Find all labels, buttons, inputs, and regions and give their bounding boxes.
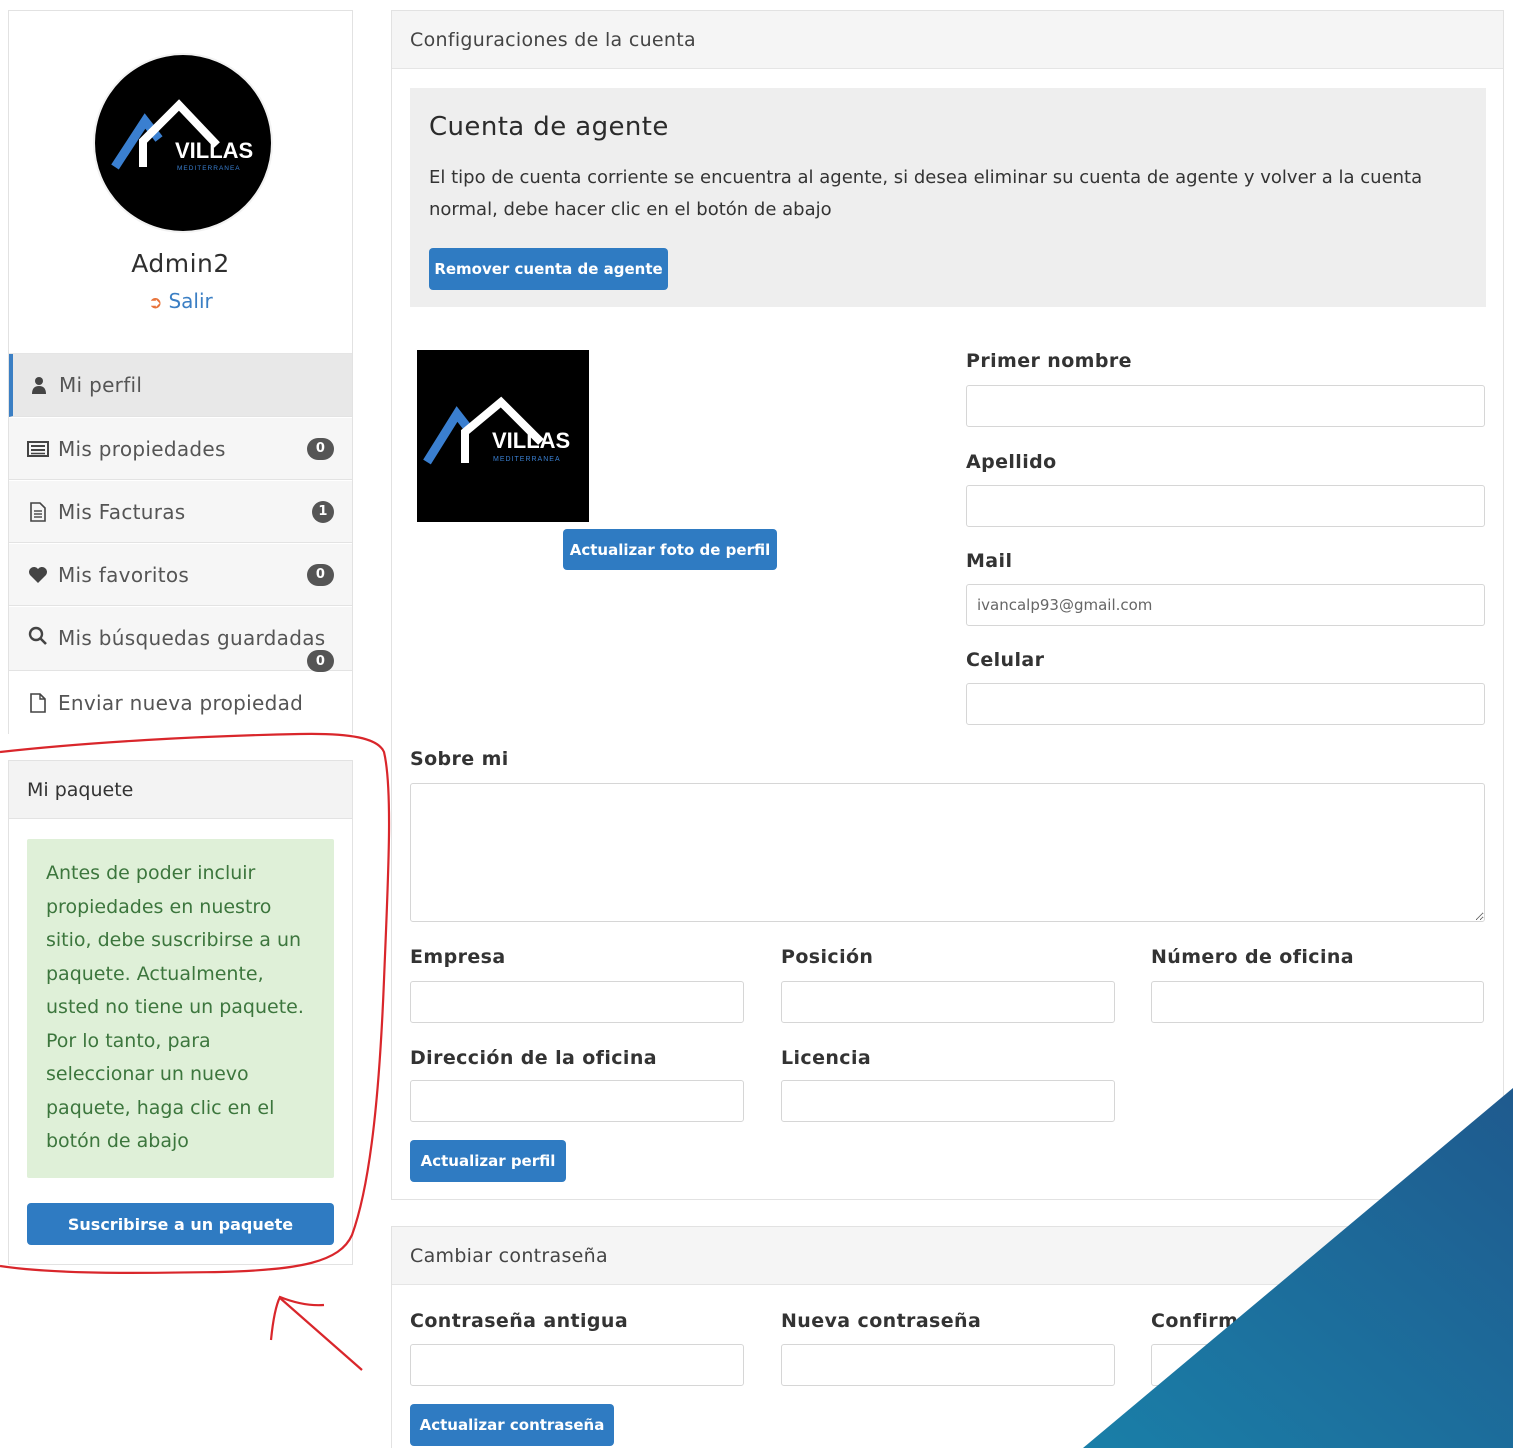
first-name-field[interactable] [966,385,1485,427]
office-address-field[interactable] [410,1080,744,1122]
last-name-label: Apellido [966,451,1057,473]
username: Admin2 [131,249,230,278]
sidebar-item-label: Enviar nueva propiedad [58,691,304,715]
user-sidebar: VILLAS MEDITERRANEA Admin2 ➲ Salir Mi per… [8,10,353,734]
office-number-label: Número de oficina [1151,946,1355,968]
count-badge: 0 [307,563,334,586]
list-icon [26,440,50,457]
profile-header: VILLAS MEDITERRANEA Admin2 ➲ Salir [9,11,352,354]
count-badge: 1 [312,500,334,523]
logout-label: Salir [168,289,213,313]
sidebar-item-label: Mis propiedades [58,436,226,461]
mobile-label: Celular [966,649,1045,671]
villas-logo: VILLAS MEDITERRANEA [423,396,570,465]
logout-link[interactable]: ➲ Salir [9,289,352,313]
update-photo-button[interactable]: Actualizar foto de perfil [563,529,777,570]
office-number-field[interactable] [1151,981,1484,1023]
subscribe-package-button[interactable]: Suscribirse a un paquete [27,1203,334,1245]
arrow-head [269,1295,325,1341]
sidebar-item-mis-busquedas[interactable]: Mis búsquedas guardadas 0 [9,607,352,672]
last-name-field[interactable] [966,485,1485,527]
confirm-password-label: Confirma [1151,1310,1252,1332]
new-password-field[interactable] [781,1344,1115,1386]
search-icon [26,626,50,646]
panel-title: Configuraciones de la cuenta [392,11,1503,69]
position-field[interactable] [781,981,1115,1023]
about-label: Sobre mi [410,748,509,770]
sidebar-item-label: Mi perfil [59,373,143,397]
new-password-label: Nueva contraseña [781,1310,982,1332]
sidebar-item-label: Mis Facturas [58,499,186,524]
agent-title: Cuenta de agente [429,112,669,142]
license-field[interactable] [781,1080,1115,1122]
first-name-label: Primer nombre [966,350,1132,372]
package-card: Mi paquete Antes de poder incluir propie… [8,760,353,1265]
old-password-field[interactable] [410,1344,744,1386]
file-icon [26,693,50,713]
update-profile-button[interactable]: Actualizar perfil [410,1140,566,1182]
sidebar-item-label: Mis búsquedas guardadas [58,626,326,650]
package-title: Mi paquete [9,761,352,819]
license-label: Licencia [781,1047,872,1069]
count-badge: 0 [307,437,334,460]
logo-subtext: MEDITERRANEA [177,165,241,172]
sidebar-item-mi-perfil[interactable]: Mi perfil [9,354,352,417]
sidebar-item-mis-propiedades[interactable]: Mis propiedades 0 [9,418,352,480]
count-badge: 0 [307,650,334,672]
arrow-icon [279,1297,363,1371]
villas-logo: VILLAS MEDITERRANEA [111,99,253,172]
agent-description: El tipo de cuenta corriente se encuentra… [429,167,1423,220]
logo-text: VILLAS [175,138,253,163]
heart-icon [26,566,50,584]
change-password-panel: Cambiar contraseña Contraseña antigua Nu… [391,1226,1504,1448]
position-label: Posición [781,946,874,968]
logo-subtext: MEDITERRANEA [493,456,561,463]
agent-account-box: Cuenta de agente El tipo de cuenta corri… [410,88,1486,307]
avatar: VILLAS MEDITERRANEA [95,55,271,231]
mail-label: Mail [966,550,1013,572]
update-password-button[interactable]: Actualizar contraseña [410,1404,614,1446]
sidebar-item-enviar-propiedad[interactable]: Enviar nueva propiedad [9,672,352,734]
file-text-icon [26,501,50,522]
profile-photo: VILLAS MEDITERRANEA [417,350,589,522]
company-label: Empresa [410,946,506,968]
sidebar-item-mis-favoritos[interactable]: Mis favoritos 0 [9,544,352,606]
sign-out-icon: ➲ [148,293,163,313]
remove-agent-button[interactable]: Remover cuenta de agente [429,248,668,290]
about-textarea[interactable] [410,783,1485,922]
sidebar-item-mis-facturas[interactable]: Mis Facturas 1 [9,481,352,543]
old-password-label: Contraseña antigua [410,1310,629,1332]
mail-field[interactable] [966,584,1485,626]
panel-title: Cambiar contraseña [392,1227,1503,1285]
sidebar-item-label: Mis favoritos [58,562,190,587]
mobile-field[interactable] [966,683,1485,725]
office-address-label: Dirección de la oficina [410,1047,657,1069]
package-alert: Antes de poder incluir propiedades en nu… [27,839,334,1178]
account-settings-panel: Configuraciones de la cuenta Cuenta de a… [391,10,1504,1200]
confirm-password-field[interactable] [1151,1344,1484,1386]
company-field[interactable] [410,981,744,1023]
user-icon [27,376,51,394]
logo-text: VILLAS [492,428,570,453]
